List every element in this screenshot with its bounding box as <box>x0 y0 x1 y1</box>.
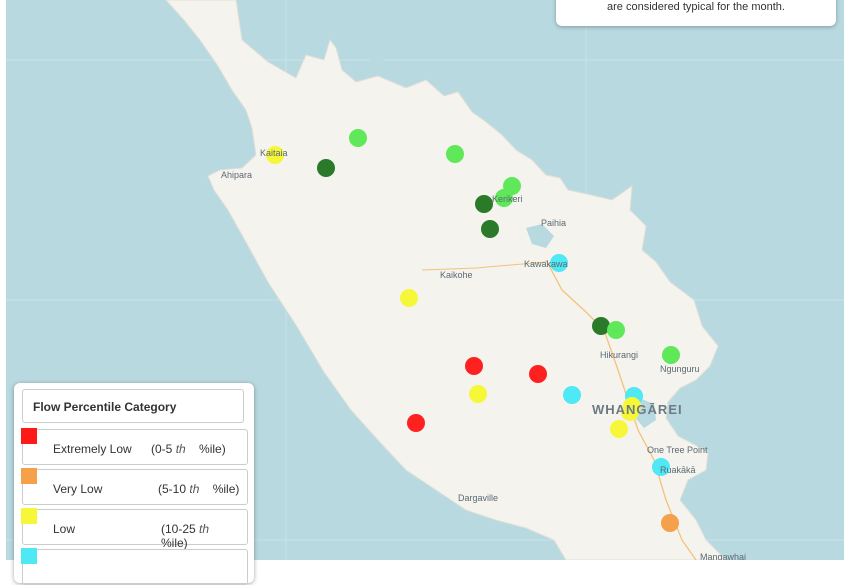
station-marker-very-low[interactable] <box>661 514 679 532</box>
place-label: Kerikeri <box>492 194 523 204</box>
legend-range: (5-10 th %ile) <box>158 482 240 496</box>
legend-row-low: Low (10-25 th %ile) <box>21 508 248 550</box>
place-label: Ngunguru <box>660 364 700 374</box>
station-marker-above-normal[interactable] <box>475 195 493 213</box>
legend-label: Very Low <box>53 482 103 496</box>
station-marker-above-normal[interactable] <box>481 220 499 238</box>
legend-swatch <box>21 508 37 524</box>
place-label: Kaitaia <box>260 148 288 158</box>
info-text: are considered typical for the month. <box>607 1 785 13</box>
info-tooltip: are considered typical for the month. <box>556 0 836 26</box>
place-label: Kawakawa <box>524 259 568 269</box>
place-label: Paihia <box>541 218 567 228</box>
legend-label: Extremely Low <box>53 442 132 456</box>
station-marker-extremely-low[interactable] <box>407 414 425 432</box>
place-label: Hikurangi <box>600 350 639 360</box>
station-marker-extremely-low[interactable] <box>465 357 483 375</box>
station-marker-normal[interactable] <box>349 129 367 147</box>
place-label: One Tree Point <box>647 445 708 455</box>
legend-swatch <box>21 548 37 564</box>
legend-range: (10-25 th %ile) <box>161 522 210 550</box>
station-marker-normal[interactable] <box>607 321 625 339</box>
station-marker-above-normal[interactable] <box>317 159 335 177</box>
station-marker-low[interactable] <box>469 385 487 403</box>
station-marker-normal[interactable] <box>446 145 464 163</box>
station-marker-normal[interactable] <box>662 346 680 364</box>
legend-panel: Flow Percentile Category Extremely Low (… <box>14 383 254 585</box>
place-label: Mangawhai <box>700 552 747 560</box>
legend-swatch <box>21 468 37 484</box>
legend-range: (0-5 th %ile) <box>151 442 226 456</box>
station-marker-extremely-low[interactable] <box>529 365 547 383</box>
station-marker-low[interactable] <box>400 289 418 307</box>
place-label: Dargaville <box>458 493 499 503</box>
station-marker-low[interactable] <box>610 420 628 438</box>
legend-row-extremely-low: Extremely Low (0-5 th %ile) <box>21 428 248 465</box>
legend-title: Flow Percentile Category <box>22 389 244 423</box>
station-marker-below-normal[interactable] <box>563 386 581 404</box>
legend-row-below-normal <box>21 548 248 585</box>
place-label: Ruakākā <box>660 465 696 475</box>
legend-label: Low <box>53 522 76 536</box>
place-label: Ahipara <box>221 170 253 180</box>
city-label: WHANGĀREI <box>592 402 683 417</box>
legend-swatch <box>21 428 37 444</box>
place-label: Kaikohe <box>440 270 473 280</box>
legend-row-very-low: Very Low (5-10 th %ile) <box>21 468 248 505</box>
